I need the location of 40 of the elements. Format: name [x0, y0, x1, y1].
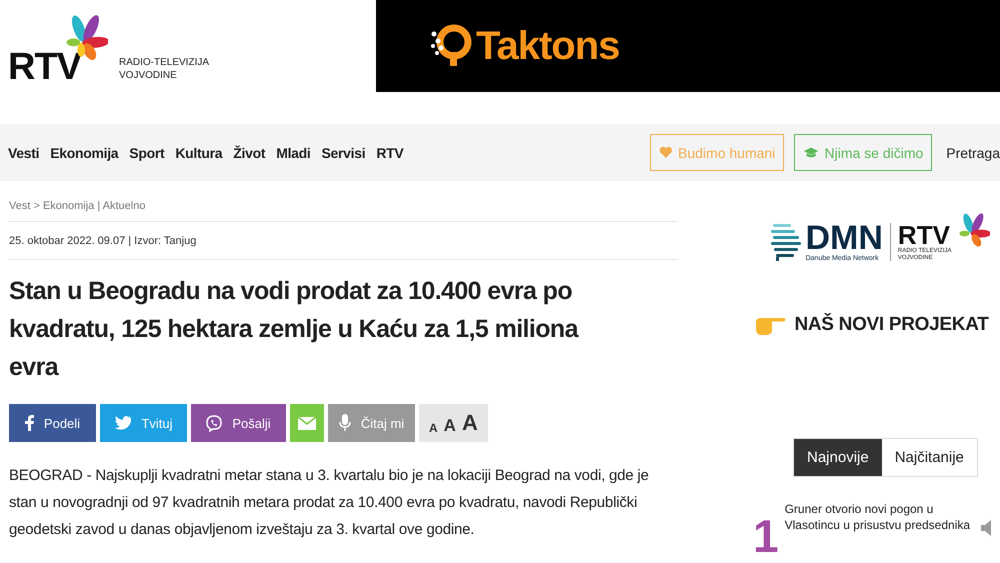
logo-wordmark[interactable]: RTV — [8, 48, 81, 86]
nav-link[interactable]: Mladi — [276, 144, 310, 160]
email-button[interactable] — [290, 404, 324, 442]
nav-link[interactable]: Sport — [129, 144, 164, 160]
nav-link[interactable]: Vesti — [8, 144, 40, 160]
rank-number: 1 — [753, 513, 779, 559]
breadcrumb: Vest > Ekonomija | Aktuelno — [9, 181, 677, 222]
graduation-cap-icon — [803, 146, 820, 159]
bird-icon — [114, 416, 132, 430]
article-meta: 25. oktobar 2022. 09.07 | Izvor: Tanjug — [9, 222, 677, 260]
speaker-icon[interactable] — [980, 520, 993, 536]
waves-logo-icon — [771, 222, 802, 262]
news-tab[interactable]: Najnovije — [794, 439, 882, 476]
promo-headline: NAŠ NOVI PROJEKAT — [794, 314, 989, 336]
ad-banner[interactable]: Taktons — [376, 0, 1000, 92]
search-link[interactable]: Pretraga — [946, 144, 1000, 160]
rtv-wordmark: RTV — [898, 222, 950, 248]
phone-bubble-icon — [206, 414, 222, 432]
share-button[interactable]: Podeli — [9, 404, 96, 442]
article-lead: BEOGRAD - Najskuplji kvadratni metar stana u 3. kvartalu bio je na lokaciji Beograd na vodi, gde je stan u novogradnji od 97 kvadratnih metara prodat za 10.400 evra po kvadratu, navodi Republički geodetski zavod u danas objavljenom izveštaju za 3. kvartal ove godine. — [9, 466, 650, 540]
news-link[interactable]: Gruner otvorio novi pogon u Vlasotincu u prisustvu predsednika — [784, 501, 975, 559]
font-size-option[interactable]: A — [462, 412, 478, 434]
dmn-wordmark: DMN — [805, 221, 883, 255]
font-size-option[interactable]: A — [444, 417, 456, 434]
nav-link[interactable]: Život — [233, 144, 266, 160]
font-size-option[interactable]: A — [429, 422, 438, 434]
microphone-icon — [338, 414, 351, 432]
nav-link[interactable]: Kultura — [175, 144, 222, 160]
heart-icon — [659, 146, 674, 159]
article-title: Stan u Beogradu na vodi prodat za 10.400 evra po kvadratu, 125 hektara zemlje u Kaću za 1,5 miliona evra — [9, 276, 580, 383]
nav-link[interactable]: Servisi — [322, 144, 366, 160]
envelope-icon — [298, 416, 316, 430]
nav-link[interactable]: RTV — [376, 144, 404, 160]
logo-tagline: VOJVODINE — [119, 69, 178, 82]
ad-brand-text: Taktons — [476, 24, 620, 68]
share-button[interactable]: Pošalji — [191, 404, 286, 442]
facebook-icon — [24, 415, 34, 431]
dotted-logo-icon — [428, 24, 472, 68]
logo-tagline: RADIO-TELEVIZIJA — [119, 56, 210, 69]
nav-link[interactable]: Ekonomija — [50, 144, 118, 160]
